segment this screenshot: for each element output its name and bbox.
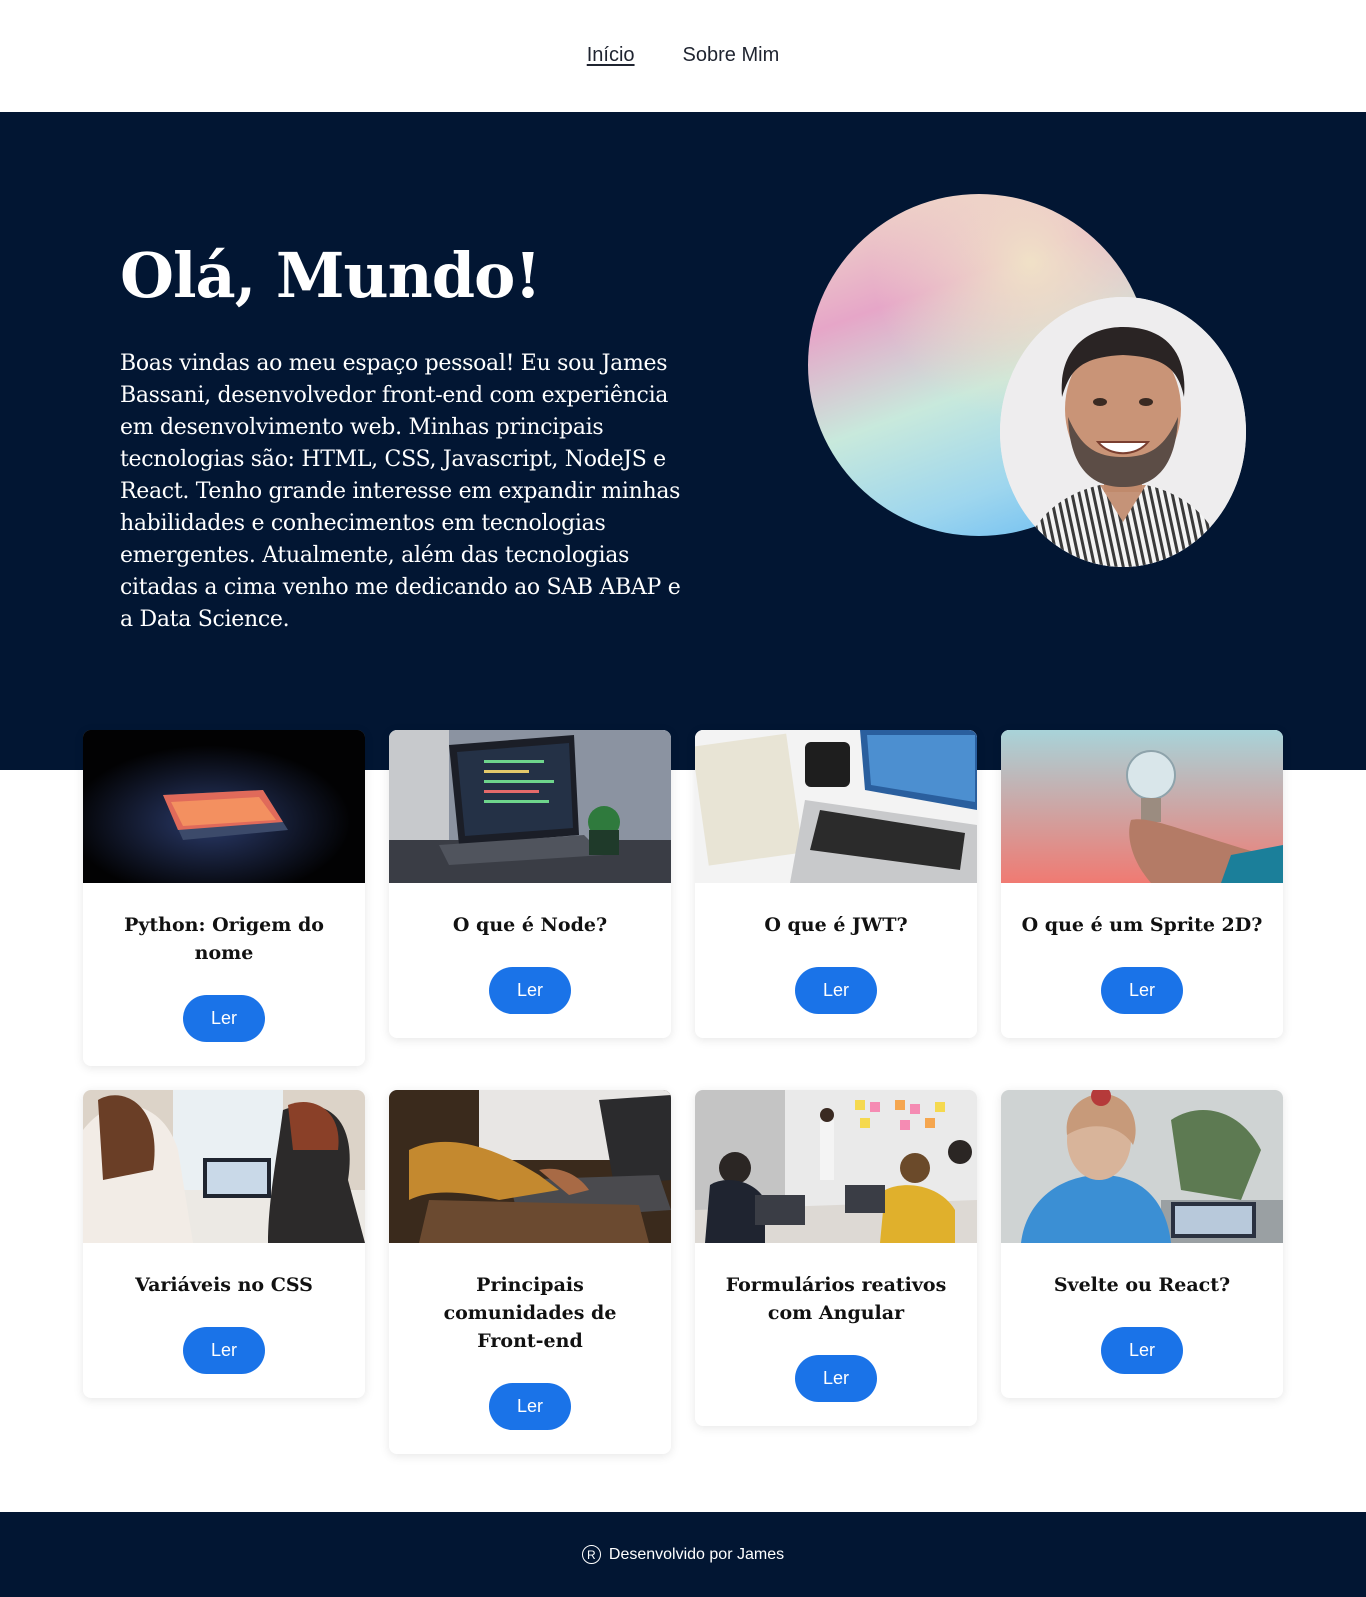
registered-icon: R: [581, 1545, 601, 1564]
read-button[interactable]: Ler: [1101, 1327, 1183, 1374]
lightbulb-image: [1001, 730, 1283, 883]
typing-laptop-image: [389, 1090, 671, 1243]
people-laptop-image: [83, 1090, 365, 1243]
article-card-jwt: O que é JWT? Ler: [695, 730, 977, 1038]
hero-description: Boas vindas ao meu espaço pessoal! Eu so…: [120, 351, 681, 633]
footer: R Desenvolvido por James: [0, 1512, 1366, 1597]
read-button[interactable]: Ler: [183, 1327, 265, 1374]
footer-text: Desenvolvido por James: [608, 1545, 785, 1563]
article-card-angular: Formulários reativos com Angular Ler: [695, 1090, 977, 1426]
articles-section: Python: Origem do nome Ler O que é Node?: [0, 730, 1366, 1512]
laptop-dark-image: [83, 730, 365, 883]
article-card-sprite: O que é um Sprite 2D? Ler: [1001, 730, 1283, 1038]
nav-link-sobre-mim[interactable]: Sobre Mim: [683, 44, 780, 69]
top-nav: Início Sobre Mim: [0, 0, 1366, 112]
read-button[interactable]: Ler: [489, 967, 571, 1014]
card-title: Variáveis no CSS: [135, 1274, 313, 1296]
nav-link-inicio[interactable]: Início: [587, 44, 635, 69]
laptop-desk-image: [695, 730, 977, 883]
card-title: O que é Node?: [452, 914, 608, 936]
card-title: Principais comunidades de Front-end: [443, 1274, 617, 1352]
woman-computer-image: [1001, 1090, 1283, 1243]
hero-text: Olá, Mundo! Boas vindas ao meu espaço pe…: [120, 239, 690, 636]
team-meeting-image: [695, 1090, 977, 1243]
laptop-code-image: [389, 730, 671, 883]
hero-section: Olá, Mundo! Boas vindas ao meu espaço pe…: [0, 112, 1366, 770]
read-button[interactable]: Ler: [1101, 967, 1183, 1014]
card-title: Formulários reativos com Angular: [725, 1274, 947, 1324]
read-button[interactable]: Ler: [795, 1355, 877, 1402]
card-title: O que é JWT?: [764, 914, 908, 936]
read-button[interactable]: Ler: [183, 995, 265, 1042]
hero-title: Olá, Mundo!: [120, 239, 542, 312]
read-button[interactable]: Ler: [489, 1383, 571, 1430]
article-card-svelte: Svelte ou React? Ler: [1001, 1090, 1283, 1398]
card-title: O que é um Sprite 2D?: [1021, 914, 1263, 936]
article-card-comunidades: Principais comunidades de Front-end Ler: [389, 1090, 671, 1454]
profile-photo: [1000, 297, 1246, 567]
article-card-python: Python: Origem do nome Ler: [83, 730, 365, 1066]
read-button[interactable]: Ler: [795, 967, 877, 1014]
articles-grid: Python: Origem do nome Ler O que é Node?: [83, 730, 1283, 1454]
article-card-css: Variáveis no CSS Ler: [83, 1090, 365, 1398]
card-title: Svelte ou React?: [1053, 1274, 1231, 1296]
card-title: Python: Origem do nome: [124, 914, 324, 964]
article-card-node: O que é Node? Ler: [389, 730, 671, 1038]
